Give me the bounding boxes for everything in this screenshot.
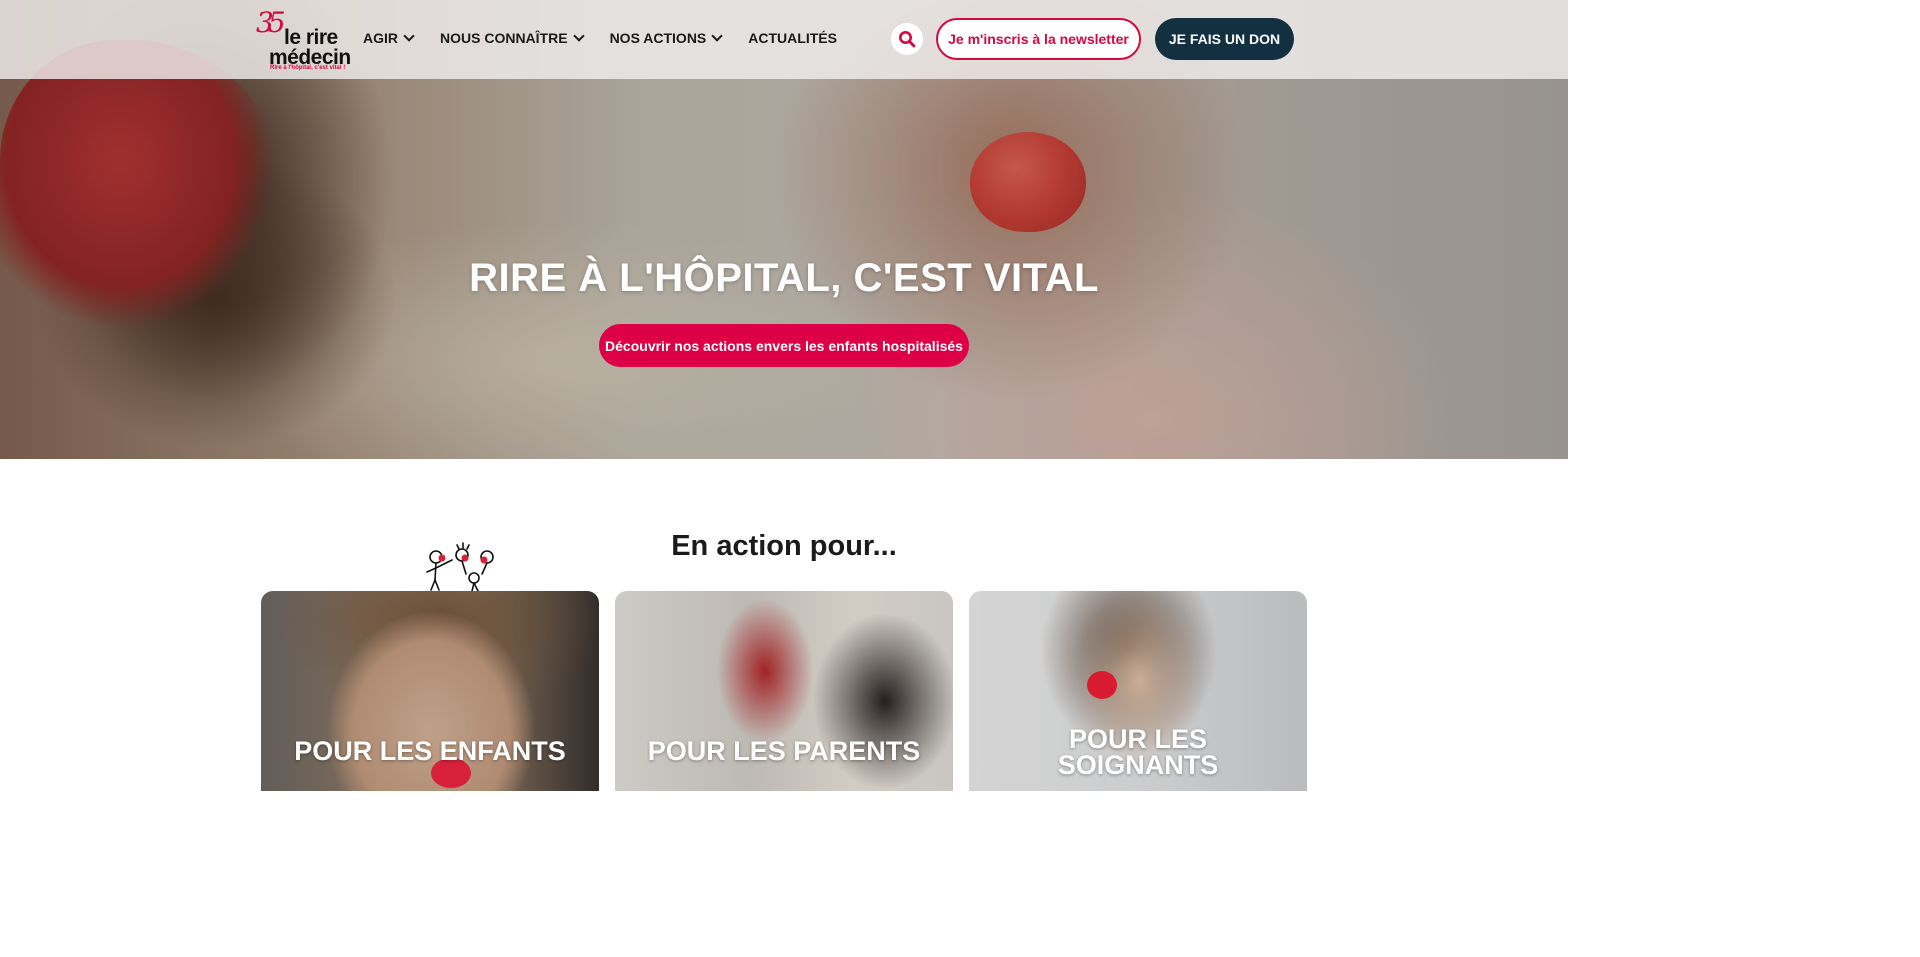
hero-cta-button[interactable]: Découvrir nos actions envers les enfants… [599, 324, 969, 367]
nav-item-actualites[interactable]: ACTUALITÉS [748, 30, 837, 46]
card-label: POUR LES SOIGNANTS [969, 726, 1307, 780]
logo-anniversary-number: 35 [256, 6, 286, 39]
search-button[interactable] [891, 23, 923, 55]
card-label: POUR LES PARENTS [647, 736, 921, 766]
donate-button[interactable]: JE FAIS UN DON [1155, 18, 1294, 60]
hero-title: RIRE À L'HÔPITAL, C'EST VITAL [469, 256, 1099, 300]
card-label-line2: SOIGNANTS [1057, 750, 1219, 780]
nav-item-nos-actions[interactable]: NOS ACTIONS [609, 29, 723, 46]
card-parents[interactable]: POUR LES PARENTS [615, 591, 953, 791]
red-nose [1087, 671, 1117, 699]
nav-item-label: AGIR [363, 30, 398, 46]
nav-item-label: NOUS CONNAÎTRE [440, 30, 568, 46]
main-nav: AGIR NOUS CONNAÎTRE NOS ACTIONS ACTUALIT… [363, 29, 864, 46]
search-icon [899, 31, 916, 48]
nav-item-label: ACTUALITÉS [748, 30, 837, 46]
site-logo[interactable]: 35 le rire médecin Rire à l'hôpital, c'e… [256, 6, 352, 74]
chevron-down-icon [403, 29, 415, 42]
nav-item-agir[interactable]: AGIR [363, 29, 415, 46]
section-title: En action pour... [671, 530, 897, 562]
nav-item-label: NOS ACTIONS [609, 30, 707, 46]
card-label: POUR LES ENFANTS [294, 736, 566, 766]
card-caregivers[interactable]: POUR LES SOIGNANTS [969, 591, 1307, 791]
card-children[interactable]: POUR LES ENFANTS [261, 591, 599, 791]
logo-tagline: Rire à l'hôpital, c'est vital ! [270, 65, 346, 71]
site-header: 35 le rire médecin Rire à l'hôpital, c'e… [0, 0, 1568, 79]
nav-item-nous-connaitre[interactable]: NOUS CONNAÎTRE [440, 29, 585, 46]
chevron-down-icon [572, 29, 585, 42]
clown-doodle-icon [426, 542, 494, 592]
chevron-down-icon [711, 29, 723, 42]
newsletter-button[interactable]: Je m'inscris à la newsletter [936, 18, 1141, 60]
